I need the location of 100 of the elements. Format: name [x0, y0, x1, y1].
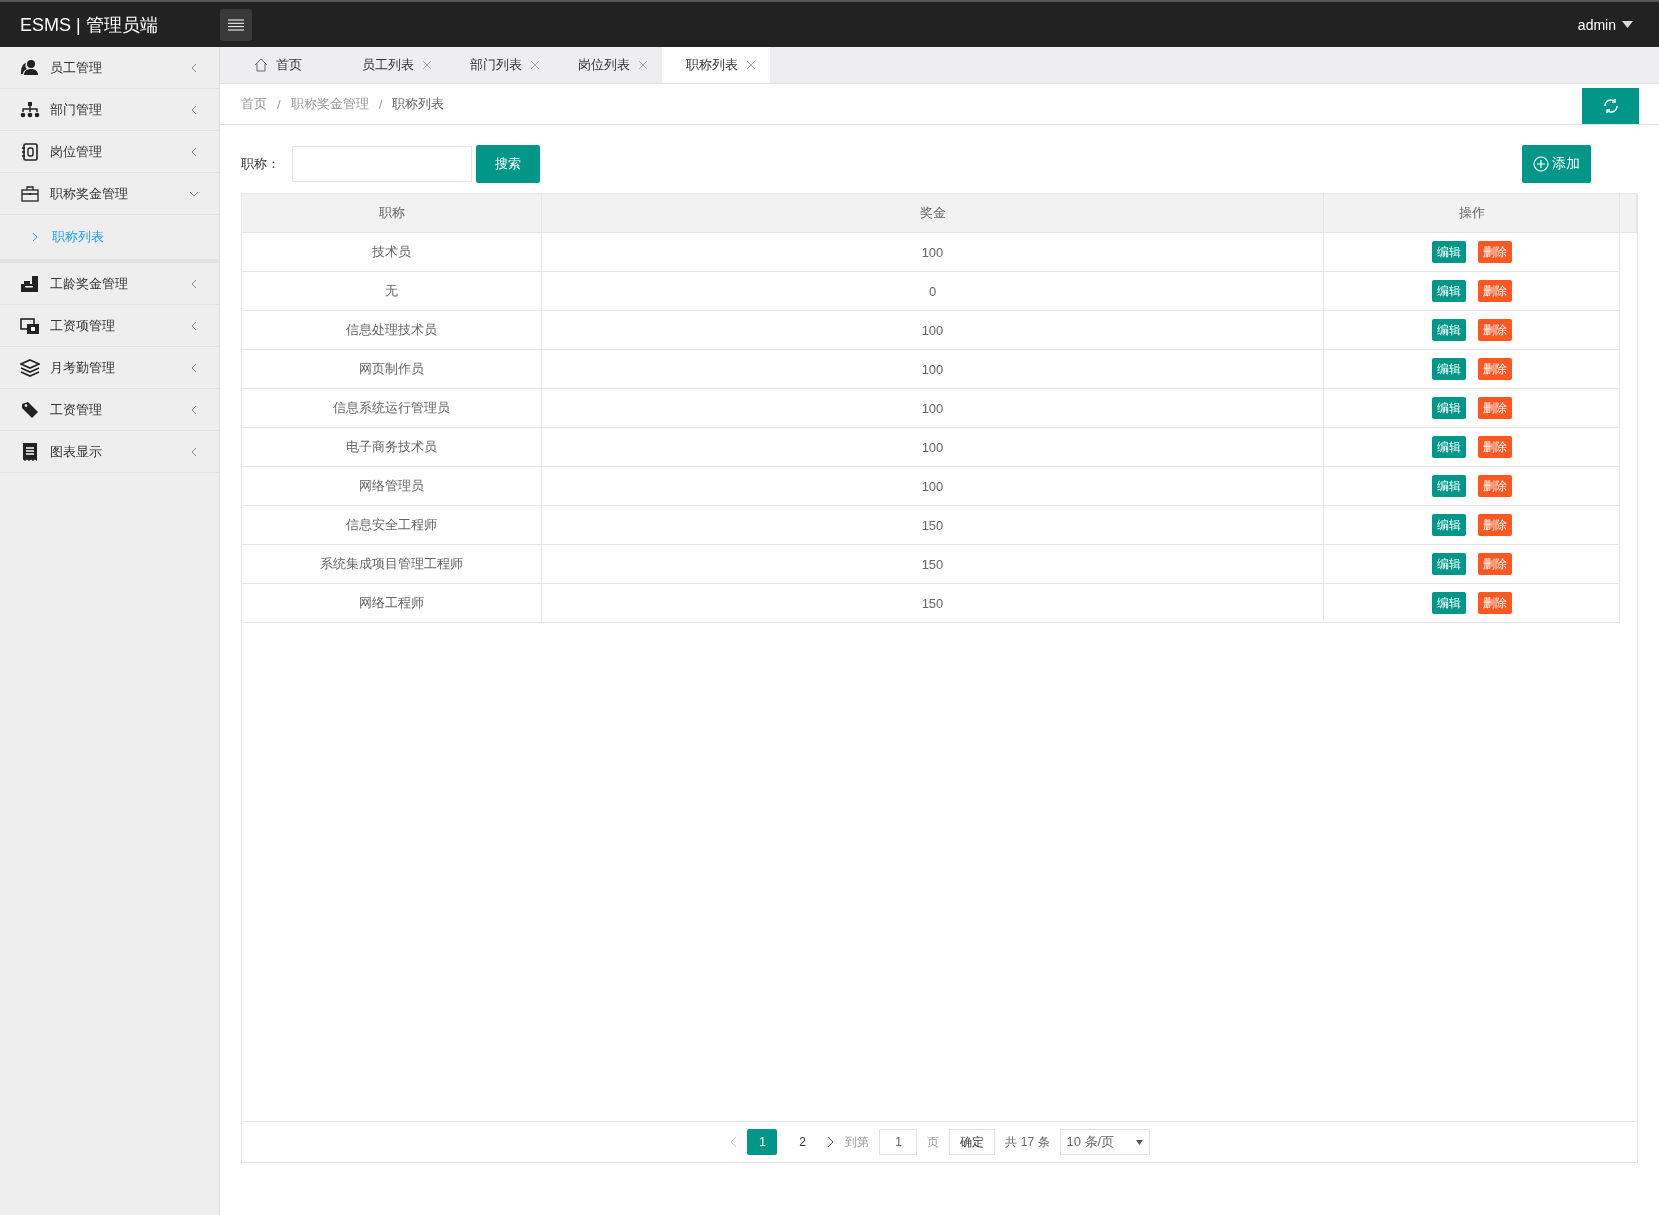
confirm-button[interactable]: 确定	[949, 1129, 996, 1155]
sidebar-item[interactable]: 职称奖金管理	[0, 173, 219, 215]
id-badge-icon	[20, 141, 40, 162]
table-cell: 无	[242, 272, 542, 311]
chevron-icon	[189, 62, 199, 73]
sidebar-item[interactable]: 工资管理	[0, 389, 219, 431]
page-input[interactable]: 1	[879, 1129, 918, 1155]
menu-button[interactable]	[220, 8, 252, 41]
search-field[interactable]	[292, 146, 472, 182]
menu-icon[interactable]	[228, 18, 244, 31]
table-cell: 系统集成项目管理工程师	[242, 545, 542, 584]
table-cell: 100	[542, 350, 1324, 389]
close-icon[interactable]	[638, 60, 648, 70]
app-brand: ESMS | 管理员端	[19, 13, 159, 37]
breadcrumb-separator: /	[277, 96, 281, 112]
table-cell: 信息处理技术员	[242, 311, 542, 350]
breadcrumb-link[interactable]: 职称奖金管理	[290, 95, 369, 113]
chevron-icon	[189, 320, 199, 331]
delete-button[interactable]: 删除	[1477, 241, 1512, 263]
users-icon	[20, 57, 40, 78]
edit-button[interactable]: 编辑	[1431, 475, 1466, 497]
edit-button[interactable]: 编辑	[1431, 592, 1466, 614]
page-link[interactable]: 1	[747, 1129, 778, 1155]
tag-icon	[20, 399, 40, 420]
table-cell: 100	[542, 467, 1324, 506]
cash-register-icon	[20, 273, 40, 294]
briefcase-icon	[20, 183, 40, 204]
sidebar-item[interactable]: 员工管理	[0, 47, 219, 89]
chevron-icon	[32, 232, 38, 242]
caret-icon[interactable]	[1135, 1139, 1143, 1145]
table-cell: 100	[542, 389, 1324, 428]
sidebar-item[interactable]: 岗位管理	[0, 131, 219, 173]
table-cell: 信息安全工程师	[242, 506, 542, 545]
sidebar-item[interactable]: 部门管理	[0, 89, 219, 131]
sidebar-item[interactable]: 工资项管理	[0, 305, 219, 347]
chevron-icon	[189, 278, 199, 289]
chevron-icon[interactable]	[827, 1136, 836, 1148]
table-cell: 150	[542, 584, 1324, 623]
edit-button[interactable]: 编辑	[1431, 241, 1466, 263]
edit-button[interactable]: 编辑	[1431, 397, 1466, 419]
sidebar-item[interactable]: 工龄奖金管理	[0, 263, 219, 305]
page-tab[interactable]: 职称列表	[662, 47, 770, 83]
sidebar-item[interactable]: 月考勤管理	[0, 347, 219, 389]
column-header: 操作	[1324, 194, 1620, 233]
column-header: 奖金	[542, 194, 1324, 233]
delete-button[interactable]: 删除	[1477, 280, 1512, 302]
column-header: 职称	[242, 194, 542, 233]
add-button[interactable]: 添加	[1522, 145, 1591, 183]
page-tab[interactable]: 岗位列表	[554, 47, 662, 83]
delete-button[interactable]: 删除	[1477, 319, 1512, 341]
edit-button[interactable]: 编辑	[1431, 514, 1466, 536]
table-cell: 电子商务技术员	[242, 428, 542, 467]
chevron-icon	[189, 104, 199, 115]
user-name[interactable]: admin	[1577, 16, 1616, 33]
sitemap-icon	[20, 99, 40, 120]
plus-circle-icon[interactable]	[1533, 156, 1549, 172]
search-label: 职称：	[241, 155, 280, 173]
close-icon[interactable]	[422, 60, 432, 70]
refresh-icon[interactable]	[1601, 97, 1620, 115]
delete-button[interactable]: 删除	[1477, 514, 1512, 536]
delete-button[interactable]: 删除	[1477, 397, 1512, 419]
edit-button[interactable]: 编辑	[1431, 280, 1466, 302]
page-unit: 页	[927, 1133, 940, 1151]
edit-button[interactable]: 编辑	[1431, 358, 1466, 380]
search-button[interactable]: 搜索	[476, 145, 540, 183]
layers-icon	[20, 357, 40, 378]
refresh-button[interactable]	[1582, 88, 1639, 124]
table-cell: 技术员	[242, 233, 542, 272]
page-tab[interactable]: 部门列表	[446, 47, 554, 83]
delete-button[interactable]: 删除	[1477, 436, 1512, 458]
sidebar-item[interactable]: 图表显示	[0, 431, 219, 473]
page-tab[interactable]: 首页	[230, 47, 338, 83]
sidebar-subitem[interactable]: 职称列表	[0, 215, 219, 263]
edit-button[interactable]: 编辑	[1431, 436, 1466, 458]
breadcrumb-link[interactable]: 首页	[241, 95, 267, 113]
table-cell: 网页制作员	[242, 350, 542, 389]
breadcrumb-link[interactable]: 职称列表	[392, 95, 445, 113]
page-link[interactable]: 2	[787, 1129, 818, 1155]
table-cell: 0	[542, 272, 1324, 311]
close-icon[interactable]	[746, 60, 756, 70]
edit-button[interactable]: 编辑	[1431, 553, 1466, 575]
page-tab[interactable]: 员工列表	[338, 47, 446, 83]
table-cell: 150	[542, 506, 1324, 545]
page-size-select[interactable]: 10 条/页	[1059, 1129, 1150, 1155]
caret-icon[interactable]	[1622, 21, 1633, 28]
edit-button[interactable]: 编辑	[1431, 319, 1466, 341]
goto-label: 到第	[845, 1133, 870, 1151]
delete-button[interactable]: 删除	[1477, 475, 1512, 497]
total-count: 共 17 条	[1005, 1133, 1050, 1151]
breadcrumb-separator: /	[378, 96, 383, 112]
table-cell: 网络管理员	[242, 467, 542, 506]
table-cell: 100	[542, 311, 1324, 350]
delete-button[interactable]: 删除	[1477, 553, 1512, 575]
chevron-icon	[189, 362, 199, 373]
close-icon[interactable]	[530, 60, 540, 70]
delete-button[interactable]: 删除	[1477, 592, 1512, 614]
chevron-icon	[189, 446, 199, 457]
delete-button[interactable]: 删除	[1477, 358, 1512, 380]
table-cell: 100	[542, 233, 1324, 272]
chevron-icon	[189, 404, 199, 415]
